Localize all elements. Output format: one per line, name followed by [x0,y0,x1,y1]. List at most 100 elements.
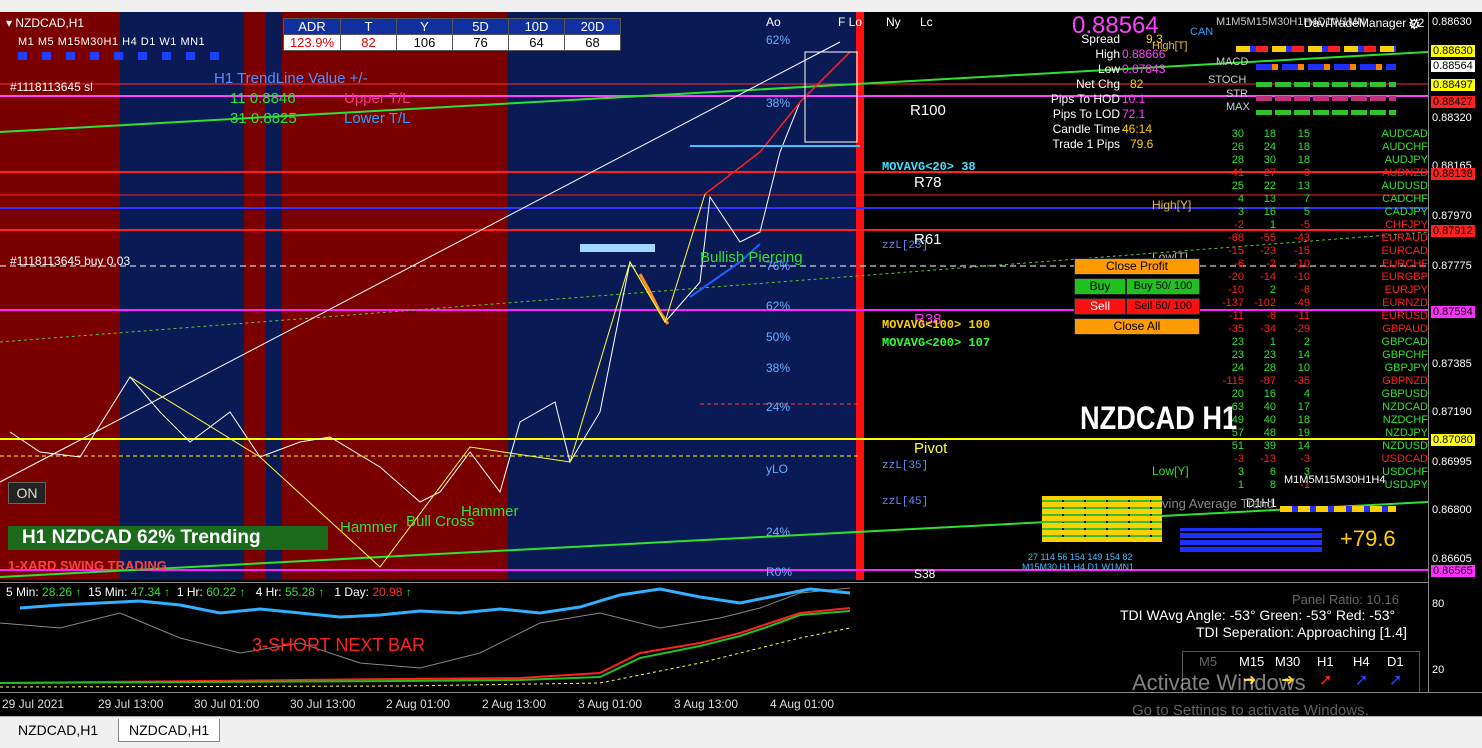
sell-lot-input[interactable]: Sell 50/ 100 [1126,298,1200,315]
sell-button[interactable]: Sell [1074,298,1126,315]
direction-grid [1180,528,1322,552]
upper-tl-label: Upper T/L [344,90,411,107]
info-value: 10.1 [1122,92,1146,106]
strength-value: 23 [1231,336,1244,348]
main-chart[interactable]: ▾ NZDCAD,H1 M1 M5 M15M30H1 H4 D1 W1 MN1 … [0,12,1428,580]
trend-banner: H1 NZDCAD 62% Trending [8,526,328,550]
strength-value: -35 [1294,375,1310,387]
strength-value: -10 [1294,258,1310,270]
big-symbol-label: NZDCAD H1 [1080,400,1238,436]
price-label: 0.87385 [1432,358,1472,370]
info-label: Net Chg [1075,77,1120,91]
tdi-angle: TDI WAvg Angle: -53° Green: -53° Red: -5… [1120,607,1396,623]
zz-label: zzL[23] [882,240,929,252]
max-signal-bar [1256,110,1396,115]
pair-label: NZDUSD [1382,440,1428,452]
info-label: Candle Time [1052,122,1120,136]
tdi-tf: M15 [1239,654,1265,669]
strength-value: -3 [1300,453,1310,465]
close-all-button[interactable]: Close All [1074,318,1200,335]
strength-value: 25 [1231,180,1244,192]
matrix-row-label: STR [1226,88,1248,100]
timeframe-bar[interactable]: M1 M5 M15M30H1 H4 D1 W1 MN1 [18,36,205,48]
price-label-highlight: 0.88497 [1431,79,1475,91]
strength-value: 1 [1269,219,1276,231]
price-label-highlight: 0.86565 [1431,565,1475,577]
strength-value: -35 [1228,323,1244,335]
trade-manager-title: DaviTradeManager V2 [1304,16,1425,30]
level-pivot: Pivot [914,440,948,457]
signal-hammer: Hammer [461,503,519,520]
strength-value: -15 [1228,245,1244,257]
panel-ratio: Panel Ratio: 10.16 [1292,592,1399,607]
histogram-tf: M15M30 H1 H4 D1 W1MN1 [1022,562,1135,572]
time-label: 2 Aug 01:00 [386,697,451,711]
strength-value: 51 [1231,440,1244,452]
strength-value: 23 [1263,349,1276,361]
strength-value: 8 [1269,479,1276,491]
pair-label: NZDCHF [1382,414,1428,426]
pair-label: GBPAUD [1382,323,1428,335]
pair-label: NZDCAD [1382,401,1428,413]
macd-signal-bar [1236,46,1396,52]
strength-value: 30 [1263,154,1276,166]
short-signal-label: 3-SHORT NEXT BAR [252,635,426,655]
strength-value: 40 [1263,401,1276,413]
strength-value: 18 [1297,154,1310,166]
strength-value: 48 [1263,427,1276,439]
on-button[interactable]: ON [8,482,46,504]
strength-value: -29 [1294,323,1310,335]
strength-value: 17 [1297,401,1310,413]
strength-value: -68 [1228,232,1244,244]
price-label-highlight: 0.87080 [1431,434,1475,446]
time-label: 3 Aug 13:00 [674,697,739,711]
pair-label: EURGBP [1381,271,1428,283]
level-r100: R100 [910,102,946,119]
level-r78: R78 [914,174,942,191]
chart-symbol-title: ▾ NZDCAD,H1 [6,16,85,30]
adr-value: 68 [564,34,621,51]
signal-bullish-piercing: Bullish Piercing [700,249,803,266]
session-label: Ny [886,15,901,29]
price-label: 0.86800 [1432,504,1472,516]
strength-value: -55 [1260,232,1276,244]
info-label: Spread [1081,32,1120,46]
time-label: 30 Jul 01:00 [194,697,260,711]
pair-label: AUDJPY [1384,154,1428,166]
strength-value: 14 [1297,349,1310,361]
price-label: 0.86995 [1432,456,1472,468]
chart-tab[interactable]: NZDCAD,H1 [8,719,108,741]
max-signal-bar [1256,96,1396,101]
strength-value: 39 [1263,440,1276,452]
settings-gear-icon[interactable]: ⚙ [1408,16,1421,33]
strength-value: 13 [1263,193,1276,205]
adr-header: 20D [564,18,621,35]
timeframe-signal-dots [18,52,228,60]
price-label-highlight: 0.87912 [1431,225,1475,237]
buy-button[interactable]: Buy [1074,278,1126,295]
strength-value: -87 [1260,375,1276,387]
info-value: 46:14 [1122,122,1153,136]
pair-label: AUDUSD [1381,180,1428,192]
strength-value: -13 [1260,453,1276,465]
buy-lot-input[interactable]: Buy 50/ 100 [1126,278,1200,295]
signal-hammer: Hammer [340,519,398,536]
level-low-y: Low[Y] [1152,464,1189,478]
movavg-100: MOVAVG<100> 100 [882,318,991,332]
level-s38: S38 [914,567,936,580]
pair-label: EURCAD [1381,245,1428,257]
close-profit-button[interactable]: Close Profit [1074,258,1200,275]
price-label: 0.87970 [1432,210,1472,222]
info-value: 82 [1130,77,1144,91]
strength-value: 40 [1263,414,1276,426]
adr-header: 10D [508,18,565,35]
pair-label: CADCHF [1382,193,1428,205]
fib-label: 38% [766,96,791,110]
chart-tab-active[interactable]: NZDCAD,H1 [118,719,221,742]
strength-value: 2 [1269,284,1276,296]
tf-small-label: M1M5M15M30H1H4 [1284,474,1386,486]
session-label: F Lo [838,15,863,29]
strength-value: -6 [1234,258,1244,270]
time-label: 3 Aug 01:00 [578,697,643,711]
price-label: 0.86605 [1432,553,1472,565]
